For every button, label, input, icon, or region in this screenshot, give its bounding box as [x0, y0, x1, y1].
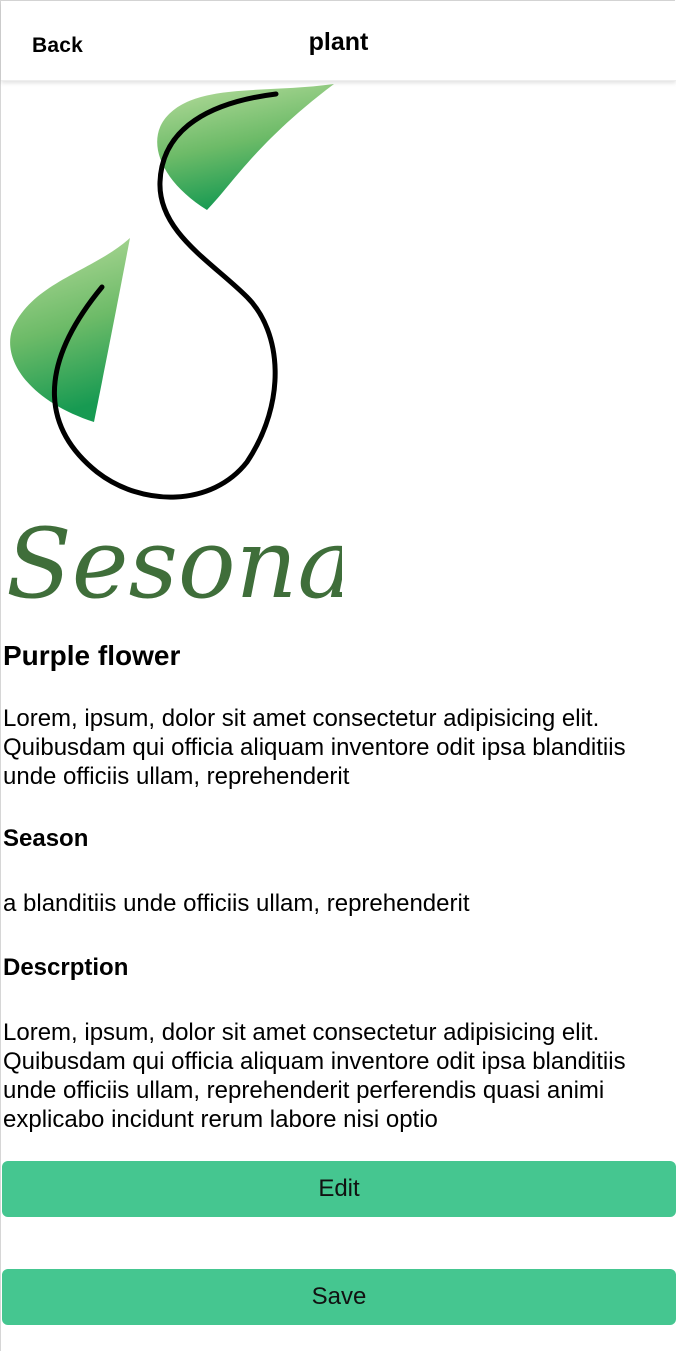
sesonal-logo: Sesonal: [2, 82, 385, 620]
plant-summary: Lorem, ipsum, dolor sit amet consectetur…: [3, 705, 626, 790]
top-leaf: [157, 84, 334, 210]
description-value: Lorem, ipsum, dolor sit amet consectetur…: [3, 1019, 626, 1133]
edit-button[interactable]: Edit: [2, 1161, 676, 1217]
logo-graphic: Sesonal: [6, 84, 385, 620]
plant-name: Purple flower: [3, 640, 181, 671]
save-button[interactable]: Save: [2, 1269, 676, 1325]
plant-details: Purple flower Lorem, ipsum, dolor sit am…: [3, 636, 671, 1134]
season-label: Season: [3, 825, 89, 852]
season-value: a blanditiis unde officiis ullam, repreh…: [3, 890, 470, 917]
top-navigation-bar: Back plant: [1, 1, 676, 81]
page-title: plant: [308, 28, 369, 56]
description-label: Descrption: [3, 954, 129, 981]
logo-wordmark: Sesonal: [6, 508, 342, 612]
